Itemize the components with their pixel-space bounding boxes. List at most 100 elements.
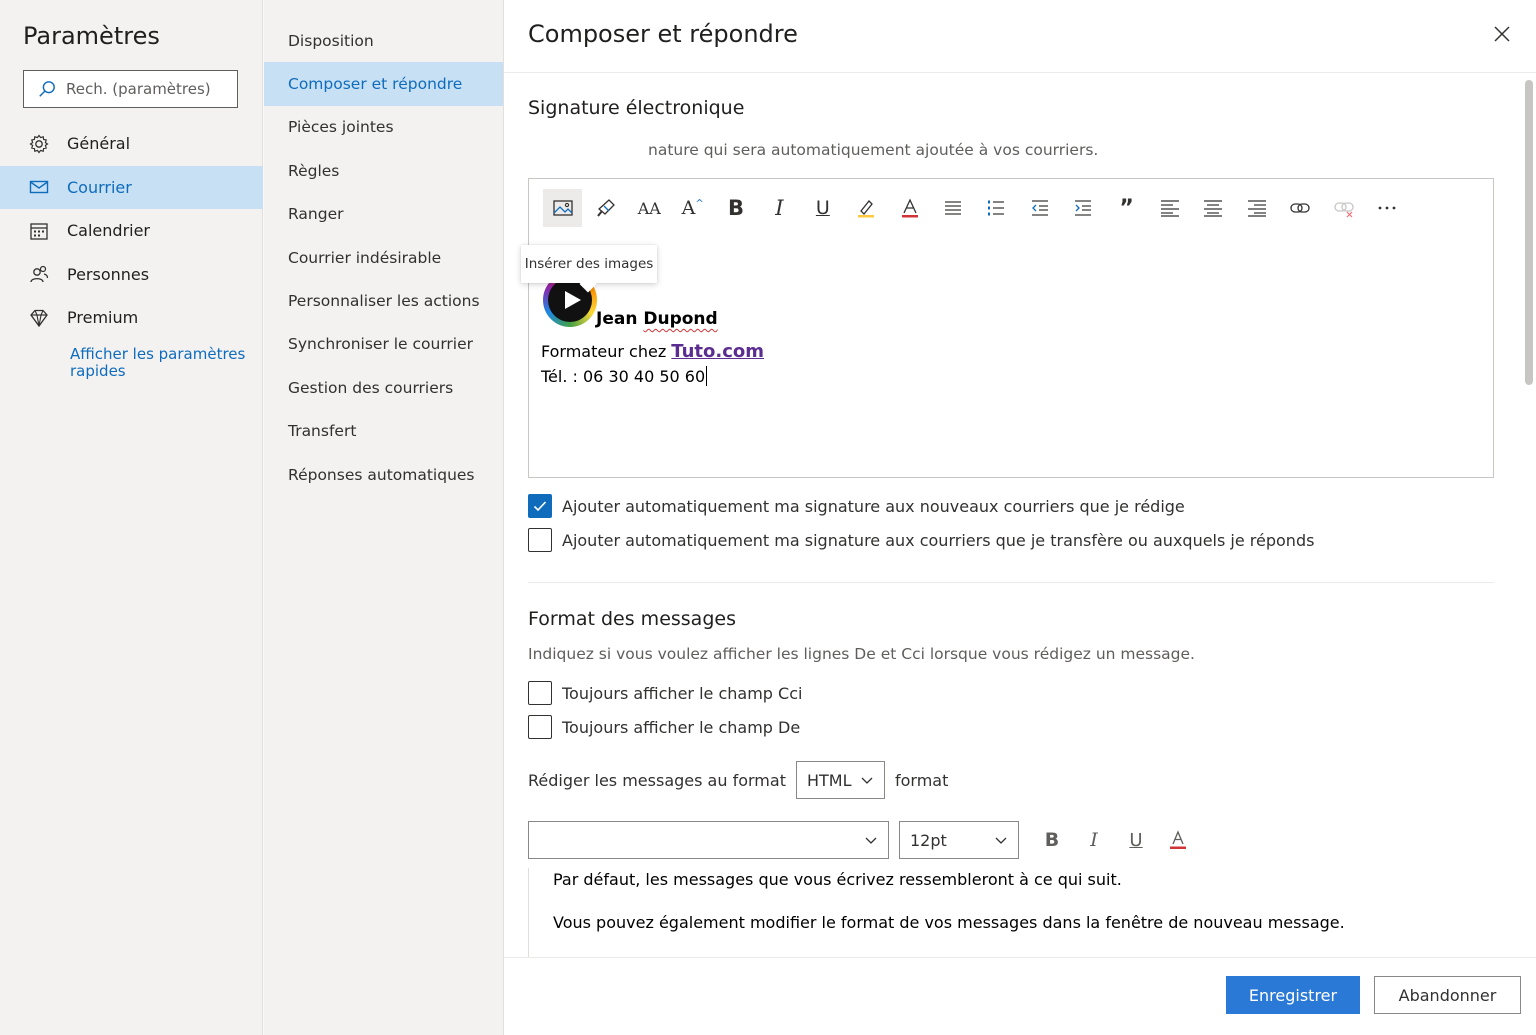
search-icon	[39, 81, 55, 97]
underline-icon: U	[1129, 829, 1143, 851]
bullets-icon	[945, 201, 962, 215]
search-input[interactable]	[66, 80, 216, 98]
panel-title: Composer et répondre	[528, 20, 798, 48]
default-bold-button[interactable]: B	[1037, 825, 1067, 855]
more-icon	[1378, 206, 1396, 210]
subnav-attachments[interactable]: Pièces jointes	[264, 106, 503, 149]
default-font-color-button[interactable]	[1163, 825, 1193, 855]
preview-line-1: Par défaut, les messages que vous écrive…	[553, 870, 1122, 889]
play-icon	[564, 291, 581, 309]
subnav-rules[interactable]: Règles	[264, 149, 503, 192]
numbering-button[interactable]	[977, 189, 1016, 227]
more-options-button[interactable]	[1367, 189, 1406, 227]
default-italic-button[interactable]: I	[1079, 825, 1109, 855]
signature-editor[interactable]: Insérer des images AA A^ B I U ” Jean Du…	[521, 178, 1494, 478]
align-right-button[interactable]	[1237, 189, 1276, 227]
calendar-icon	[28, 220, 50, 242]
align-center-icon	[1204, 200, 1223, 217]
highlight-icon	[858, 200, 875, 218]
format-painter-button[interactable]	[586, 189, 625, 227]
compose-format-dropdown[interactable]: HTML	[795, 761, 885, 799]
show-from-checkbox[interactable]	[528, 715, 552, 739]
auto-sign-new-option[interactable]: Ajouter automatiquement ma signature aux…	[528, 494, 1185, 518]
align-center-button[interactable]	[1194, 189, 1233, 227]
align-left-button[interactable]	[1150, 189, 1189, 227]
auto-sign-reply-checkbox[interactable]	[528, 528, 552, 552]
quote-icon: ”	[1119, 195, 1134, 221]
chevron-down-icon	[865, 837, 877, 844]
nav-item-mail[interactable]: Courrier	[0, 165, 263, 209]
quick-settings-link[interactable]: Afficher les paramètres rapides	[70, 346, 250, 380]
signature-brand-link[interactable]: Tuto.com	[671, 341, 764, 362]
compose-format-value: HTML	[806, 770, 852, 790]
underline-button[interactable]: U	[803, 189, 842, 227]
subnav-customize-actions[interactable]: Personnaliser les actions	[264, 279, 503, 322]
font-family-dropdown[interactable]	[528, 821, 889, 859]
subnav-junk-email[interactable]: Courrier indésirable	[264, 236, 503, 279]
format-preview: Par défaut, les messages que vous écrive…	[528, 868, 1494, 957]
show-bcc-checkbox[interactable]	[528, 681, 552, 705]
subnav-sync-email[interactable]: Synchroniser le courrier	[264, 323, 503, 366]
chevron-down-icon	[995, 837, 1007, 844]
insert-image-button[interactable]	[543, 189, 582, 227]
settings-nav-pane: Paramètres Général Courrier Calendrier P…	[0, 0, 263, 1035]
nav-item-general[interactable]: Général	[0, 122, 263, 166]
subnav-message-handling[interactable]: Gestion des courriers	[264, 366, 503, 409]
people-icon	[28, 263, 50, 285]
auto-sign-reply-option[interactable]: Ajouter automatiquement ma signature aux…	[528, 528, 1314, 552]
decrease-indent-button[interactable]	[1020, 189, 1059, 227]
format-painter-icon	[597, 199, 615, 217]
highlight-button[interactable]	[847, 189, 886, 227]
save-button[interactable]: Enregistrer	[1226, 976, 1360, 1014]
subnav-automatic-replies[interactable]: Réponses automatiques	[264, 453, 503, 496]
font-size-dropdown[interactable]: 12pt	[899, 821, 1019, 859]
decrease-indent-icon	[1031, 200, 1048, 216]
italic-icon: I	[775, 196, 784, 220]
quote-button[interactable]: ”	[1107, 189, 1146, 227]
insert-link-button[interactable]	[1281, 189, 1320, 227]
compose-format-suffix: format	[894, 770, 949, 790]
subnav-forwarding[interactable]: Transfert	[264, 410, 503, 453]
mail-icon	[28, 176, 50, 198]
subnav-compose-reply[interactable]: Composer et répondre	[264, 62, 503, 106]
close-button[interactable]	[1492, 24, 1512, 44]
nav-item-people[interactable]: Personnes	[0, 253, 263, 297]
font-size-button[interactable]: AA	[630, 189, 669, 227]
auto-sign-new-label: Ajouter automatiquement ma signature aux…	[562, 496, 1185, 516]
signature-job-line: Formateur chez Tuto.com	[541, 341, 765, 362]
bullets-button[interactable]	[934, 189, 973, 227]
grow-font-icon: A^	[681, 197, 704, 219]
increase-indent-button[interactable]	[1064, 189, 1103, 227]
nav-item-calendar[interactable]: Calendrier	[0, 209, 263, 253]
format-section-title: Format des messages	[528, 608, 736, 630]
remove-link-button[interactable]	[1324, 189, 1363, 227]
text-cursor	[706, 366, 708, 386]
italic-button[interactable]: I	[760, 189, 799, 227]
align-left-icon	[1160, 200, 1179, 217]
subnav-layout[interactable]: Disposition	[264, 19, 503, 62]
auto-sign-new-checkbox[interactable]	[528, 494, 552, 518]
chevron-down-icon	[861, 777, 873, 784]
show-bcc-option[interactable]: Toujours afficher le champ Cci	[528, 681, 802, 705]
numbering-icon	[988, 200, 1005, 216]
compose-reply-panel: Composer et répondre Signature électroni…	[504, 0, 1536, 1035]
nav-item-general-label: Général	[67, 134, 131, 154]
grow-font-button[interactable]: A^	[673, 189, 712, 227]
discard-button[interactable]: Abandonner	[1374, 976, 1521, 1014]
bold-icon: B	[1044, 829, 1060, 851]
settings-scroll-area[interactable]: Signature électronique nature qui sera a…	[504, 73, 1536, 957]
vertical-scrollbar[interactable]	[1525, 80, 1533, 385]
italic-icon: I	[1090, 829, 1098, 851]
default-underline-button[interactable]: U	[1121, 825, 1151, 855]
show-bcc-label: Toujours afficher le champ Cci	[562, 683, 803, 703]
insert-images-tooltip: Insérer des images	[521, 245, 657, 283]
underline-icon: U	[815, 197, 830, 219]
signature-phone-line: Tél. : 06 30 40 50 60	[541, 366, 708, 386]
show-from-option[interactable]: Toujours afficher le champ De	[528, 715, 800, 739]
settings-search-box[interactable]	[23, 70, 238, 108]
nav-item-premium[interactable]: Premium	[0, 296, 263, 340]
subnav-sweep[interactable]: Ranger	[264, 193, 503, 236]
bold-button[interactable]: B	[717, 189, 756, 227]
font-size-value: 12pt	[910, 830, 947, 850]
font-color-button[interactable]	[890, 189, 929, 227]
